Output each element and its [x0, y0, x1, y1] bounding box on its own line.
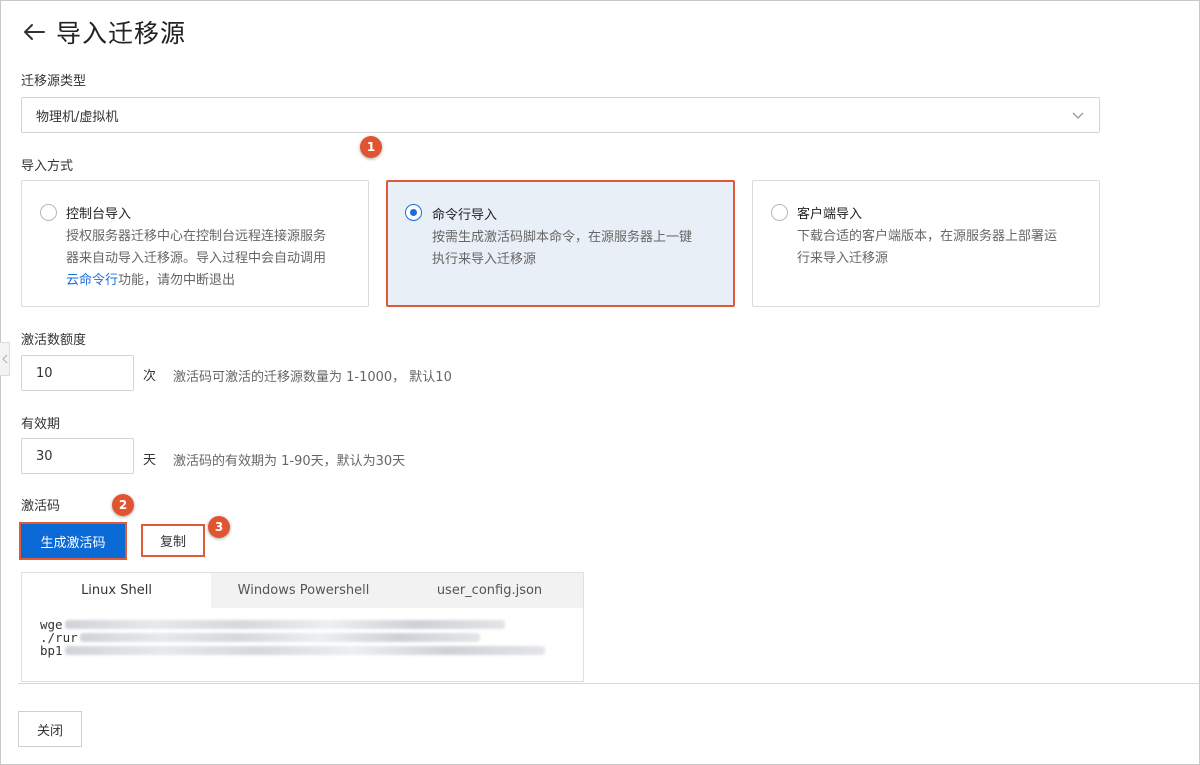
- option-title: 控制台导入: [66, 207, 132, 222]
- step-badge-3: 3: [208, 516, 230, 538]
- source-type-value: 物理机/虚拟机: [36, 109, 119, 125]
- page-header: 导入迁移源: [20, 14, 186, 50]
- code-line: bp1: [40, 644, 565, 657]
- option-description: 下载合适的客户端版本，在源服务器上部署运 行来导入迁移源: [797, 226, 1081, 270]
- option-desc-line: 执行来导入迁移源: [432, 252, 537, 267]
- tab-windows-powershell[interactable]: Windows Powershell: [211, 573, 396, 608]
- code-text: bp1: [40, 643, 63, 658]
- option-desc-text: 功能，请勿中断退出: [118, 273, 236, 288]
- import-method-label: 导入方式: [21, 159, 74, 174]
- tab-linux-shell[interactable]: Linux Shell: [22, 573, 211, 608]
- radio-client[interactable]: [771, 204, 788, 221]
- option-desc-line: 按需生成激活码脚本命令，在源服务器上一键: [432, 230, 693, 245]
- quota-hint: 激活码可激活的迁移源数量为 1-1000， 默认10: [173, 370, 452, 385]
- code-line: ./rur: [40, 631, 565, 644]
- import-option-cli[interactable]: 命令行导入 按需生成激活码脚本命令，在源服务器上一键 执行来导入迁移源: [386, 180, 735, 307]
- back-arrow-icon[interactable]: [20, 18, 48, 46]
- redacted-text: [64, 646, 545, 655]
- cloud-shell-link[interactable]: 云命令行: [66, 273, 118, 288]
- quota-unit: 次: [143, 369, 157, 384]
- quota-input[interactable]: 10: [21, 355, 134, 391]
- option-title: 命令行导入: [432, 208, 498, 223]
- option-description: 按需生成激活码脚本命令，在源服务器上一键 执行来导入迁移源: [432, 227, 715, 271]
- validity-hint: 激活码的有效期为 1-90天，默认为30天: [173, 454, 406, 469]
- activation-label: 激活码: [21, 499, 61, 514]
- import-option-console[interactable]: 控制台导入 授权服务器迁移中心在控制台远程连接源服务 器来自动导入迁移源。导入过…: [21, 180, 369, 307]
- redacted-text: [64, 620, 505, 629]
- code-line: wge: [40, 618, 565, 631]
- radio-cli[interactable]: [405, 204, 422, 221]
- quota-label: 激活数额度: [21, 333, 87, 348]
- radio-console[interactable]: [40, 204, 57, 221]
- validity-input[interactable]: 30: [21, 438, 134, 474]
- option-desc-line: 下载合适的客户端版本，在源服务器上部署运: [797, 229, 1058, 244]
- tab-user-config-json[interactable]: user_config.json: [396, 573, 583, 608]
- close-button[interactable]: 关闭: [18, 711, 82, 747]
- chevron-down-icon: [1071, 108, 1085, 126]
- source-type-select[interactable]: 物理机/虚拟机: [21, 97, 1100, 133]
- side-collapse-handle[interactable]: [0, 342, 10, 376]
- option-desc-line: 授权服务器迁移中心在控制台远程连接源服务: [66, 229, 327, 244]
- option-desc-line: 行来导入迁移源: [797, 251, 889, 266]
- option-description: 授权服务器迁移中心在控制台远程连接源服务 器来自动导入迁移源。导入过程中会自动调…: [66, 226, 350, 292]
- page-title: 导入迁移源: [56, 19, 187, 48]
- step-badge-1: 1: [360, 136, 382, 158]
- source-type-label: 迁移源类型: [21, 74, 87, 89]
- code-panel: Linux Shell Windows Powershell user_conf…: [21, 572, 584, 682]
- redacted-text: [79, 633, 480, 642]
- step-badge-2: 2: [112, 494, 134, 516]
- option-desc-line: 云命令行功能，请勿中断退出: [66, 270, 350, 292]
- copy-button[interactable]: 复制: [141, 524, 205, 557]
- validity-unit: 天: [143, 453, 157, 468]
- import-option-client[interactable]: 客户端导入 下载合适的客户端版本，在源服务器上部署运 行来导入迁移源: [752, 180, 1100, 307]
- validity-label: 有效期: [21, 417, 61, 432]
- code-block[interactable]: wge ./rur bp1: [22, 608, 583, 667]
- generate-code-button[interactable]: 生成激活码: [19, 522, 127, 560]
- code-tabs: Linux Shell Windows Powershell user_conf…: [22, 573, 583, 608]
- option-desc-line: 器来自动导入迁移源。导入过程中会自动调用: [66, 251, 327, 266]
- footer-divider: [18, 683, 1200, 684]
- option-title: 客户端导入: [797, 207, 863, 222]
